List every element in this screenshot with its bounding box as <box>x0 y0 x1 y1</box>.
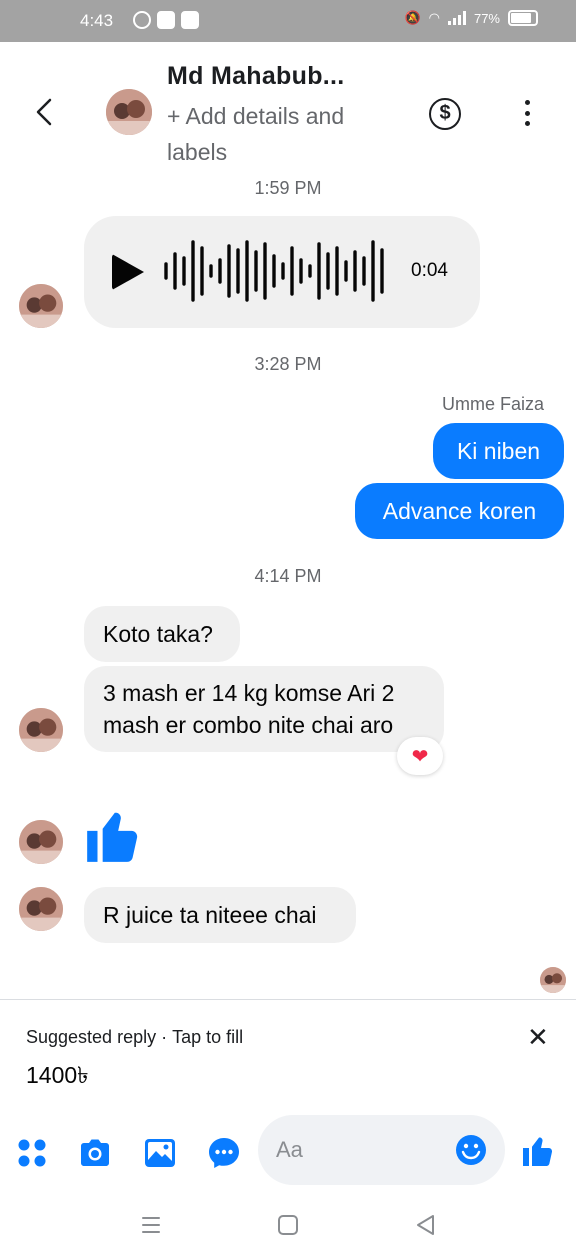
gallery-icon[interactable] <box>143 1136 177 1170</box>
timestamp: 1:59 PM <box>254 178 322 198</box>
recent-apps-icon[interactable] <box>136 1210 166 1240</box>
divider <box>0 999 576 1000</box>
status-bar: 4:43 🔕 ◠ 77% <box>0 0 576 42</box>
incoming-message[interactable]: R juice ta niteee chai <box>84 887 356 943</box>
thumbs-up-send-icon[interactable] <box>520 1133 556 1169</box>
heart-reaction-icon[interactable]: ❤ <box>397 737 443 775</box>
status-time: 4:43 <box>80 11 114 30</box>
add-details-link[interactable]: + Add details and labels <box>167 98 407 170</box>
status-right: 🔕 ◠ 77% <box>404 10 538 26</box>
mute-icon: 🔕 <box>404 10 421 25</box>
contact-name[interactable]: Md Mahabub... <box>167 62 345 91</box>
back-arrow-icon[interactable] <box>30 92 60 132</box>
apps-menu-icon[interactable] <box>15 1136 49 1170</box>
contact-avatar-small[interactable] <box>19 284 63 328</box>
payment-icon[interactable]: $ <box>429 98 461 130</box>
battery-icon <box>508 10 538 26</box>
thumbs-up-message-icon[interactable] <box>82 805 144 867</box>
message-line: 3 mash er 14 kg komse Ari 2 <box>103 680 395 706</box>
contact-avatar[interactable] <box>106 89 152 135</box>
app-notification-icon <box>181 11 199 29</box>
incoming-message[interactable]: Koto taka? <box>84 606 240 662</box>
chat-bubble-icon[interactable] <box>207 1136 241 1170</box>
outgoing-message[interactable]: Ki niben <box>433 423 564 479</box>
timestamp: 4:14 PM <box>254 566 322 586</box>
play-icon[interactable] <box>112 254 144 290</box>
home-icon[interactable] <box>273 1210 303 1240</box>
incoming-message[interactable]: 3 mash er 14 kg komse Ari 2 mash er comb… <box>84 666 444 752</box>
suggested-reply-value[interactable]: 1400৳ <box>26 1057 89 1096</box>
sender-name: Umme Faiza <box>441 394 544 414</box>
status-notification-icons <box>133 11 199 29</box>
separator: · <box>161 1027 168 1047</box>
contact-avatar-small[interactable] <box>19 708 63 752</box>
messenger-notification-icon <box>133 11 151 29</box>
contact-avatar-small[interactable] <box>19 820 63 864</box>
emoji-icon[interactable] <box>454 1133 488 1167</box>
contact-avatar-small[interactable] <box>19 887 63 931</box>
suggested-reply-label: Suggested reply · Tap to fill <box>26 1027 243 1048</box>
youtube-notification-icon <box>157 11 175 29</box>
more-options-icon[interactable] <box>515 98 539 128</box>
camera-icon[interactable] <box>78 1136 112 1170</box>
message-line: mash er combo nite chai aro <box>103 712 394 738</box>
signal-icon <box>447 11 466 25</box>
waveform-icon <box>164 240 384 302</box>
wifi-icon: ◠ <box>428 10 440 25</box>
chat-header: Md Mahabub... + Add details and labels $ <box>0 42 576 172</box>
voice-message[interactable]: 0:04 <box>84 216 480 328</box>
battery-percent: 77% <box>473 10 500 26</box>
suggested-reply-title: Suggested reply <box>26 1027 157 1047</box>
outgoing-message[interactable]: Advance koren <box>355 483 564 539</box>
back-nav-icon[interactable] <box>411 1210 441 1240</box>
read-receipt-avatar <box>540 967 566 993</box>
timestamp: 3:28 PM <box>254 354 322 374</box>
suggested-reply-hint: Tap to fill <box>172 1027 244 1047</box>
voice-duration: 0:04 <box>411 260 448 281</box>
close-icon[interactable]: ✕ <box>527 1022 549 1053</box>
system-nav-bar <box>0 1200 576 1250</box>
